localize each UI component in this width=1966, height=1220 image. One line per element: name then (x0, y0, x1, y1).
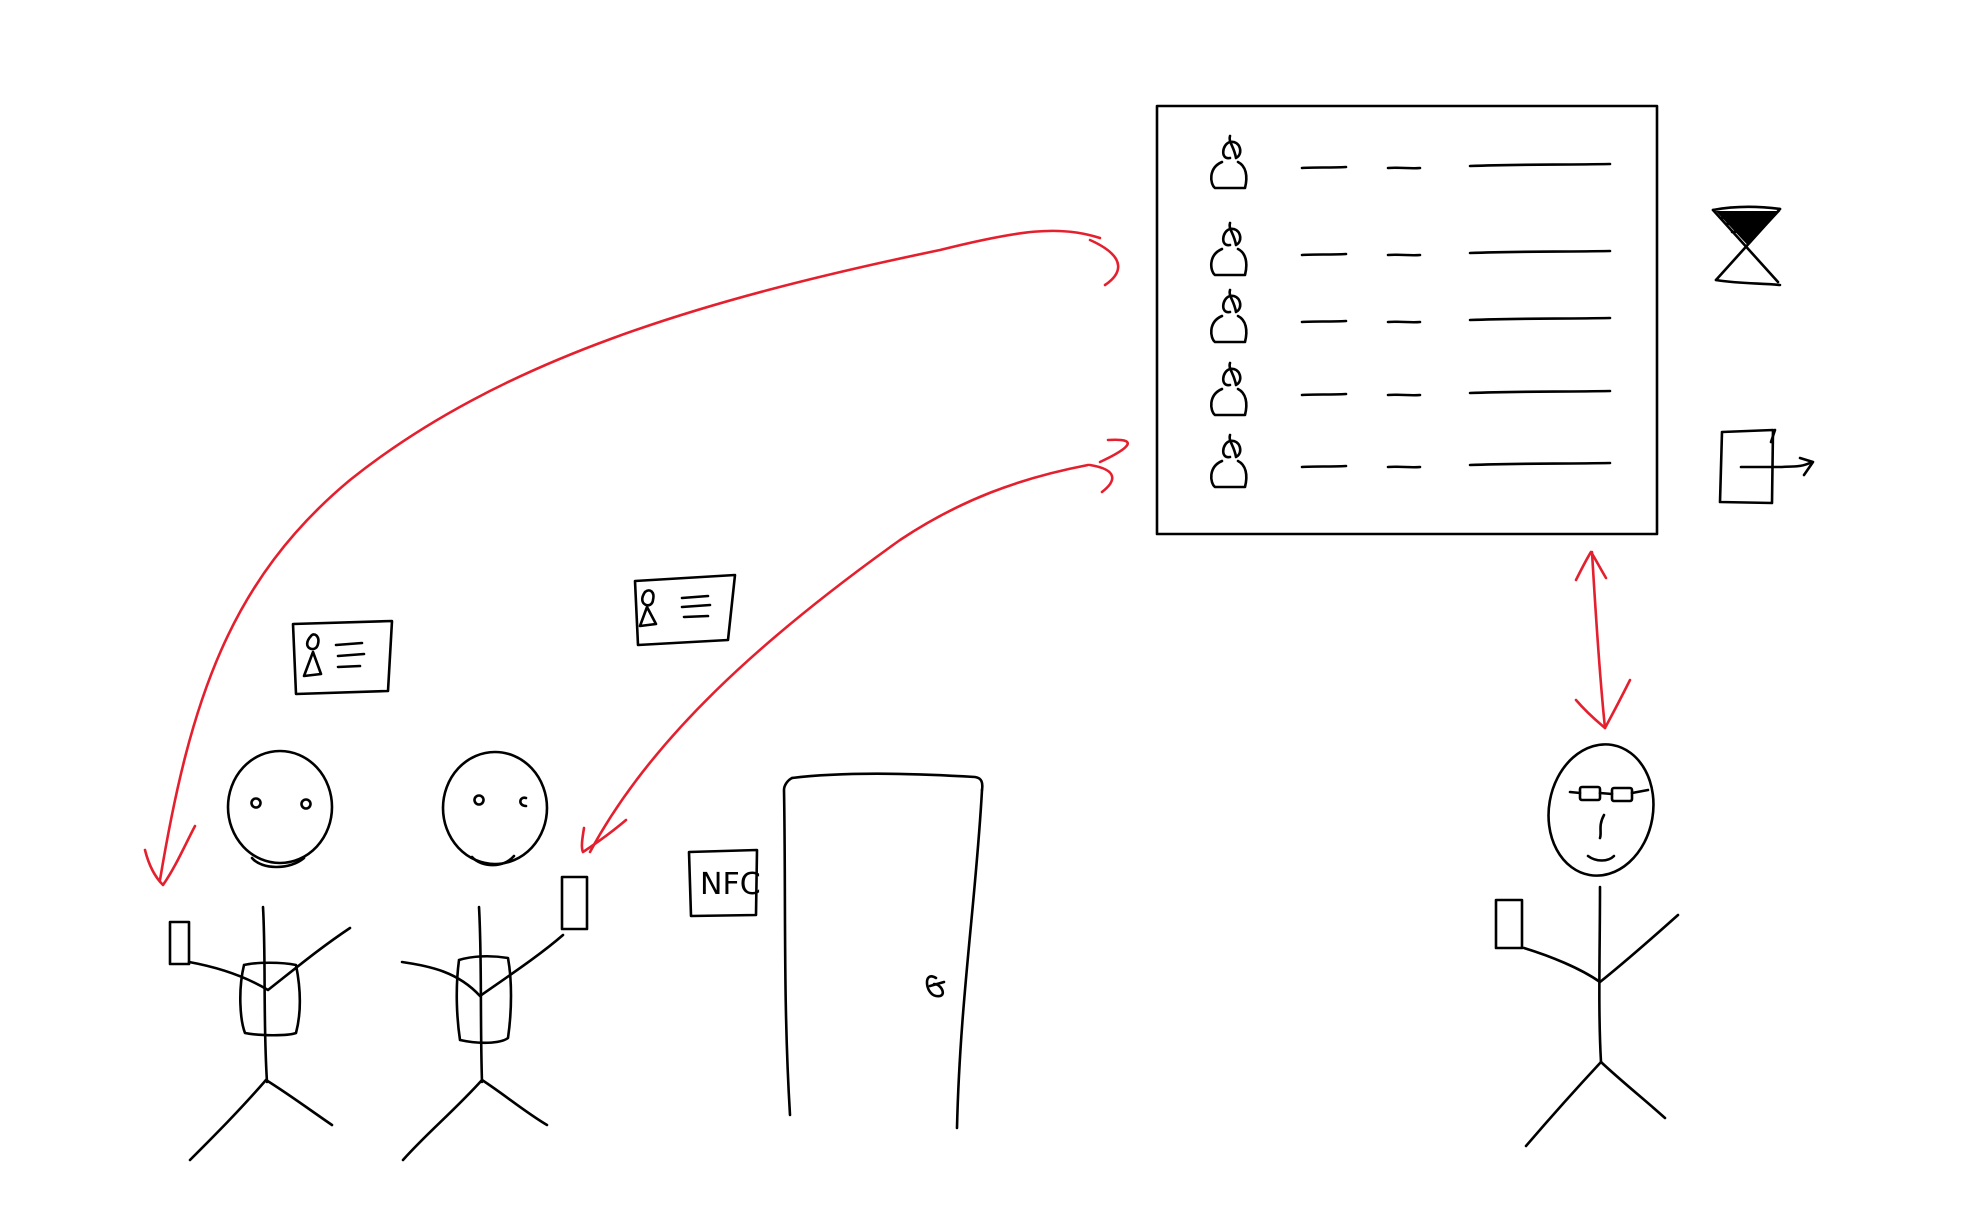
board-row-line (1386, 253, 1422, 257)
person-icon (1210, 433, 1248, 489)
board-row-line (1386, 320, 1422, 324)
board-row-line (1468, 389, 1612, 395)
board-row-line (1300, 252, 1348, 257)
board-row-line (1468, 162, 1612, 168)
sketch-canvas: NFC (0, 0, 1966, 1220)
id-card-2 (633, 573, 737, 647)
arrow-board-to-student-2 (580, 438, 1130, 854)
board-row (1210, 221, 1612, 277)
board-row (1210, 134, 1612, 190)
head (226, 749, 334, 865)
board-row-line (1300, 165, 1348, 170)
phone (560, 875, 589, 931)
board-row-line (1300, 464, 1348, 469)
id-card-1 (291, 619, 394, 696)
attendance-board (1155, 104, 1659, 536)
teacher (1494, 743, 1680, 1148)
board-row (1210, 288, 1612, 344)
board-row-line (1300, 319, 1348, 324)
nfc-reader: NFC (687, 848, 761, 918)
board-row-line (1468, 249, 1612, 255)
student-2 (400, 750, 589, 1162)
person-icon (1210, 221, 1248, 277)
board-row-line (1468, 461, 1612, 467)
board-row-line (1300, 392, 1348, 397)
board-row-line (1386, 465, 1422, 469)
person-icon (1210, 361, 1248, 417)
nfc-label: NFC (700, 867, 761, 902)
board-row-line (1468, 316, 1612, 322)
person-icon (1210, 288, 1248, 344)
door (782, 772, 984, 1130)
person-icon (1210, 134, 1248, 190)
phone (1494, 898, 1524, 950)
head (1547, 743, 1655, 877)
board-row (1210, 433, 1612, 489)
phone (168, 920, 191, 966)
board-row-line (1386, 393, 1422, 397)
board-row (1210, 361, 1612, 417)
glasses-icon (1578, 785, 1602, 802)
sketch-drawing: NFC (143, 104, 1815, 1162)
board-frame (1155, 104, 1659, 536)
student-1 (168, 749, 352, 1162)
board-row-line (1386, 166, 1422, 170)
export-icon (1718, 428, 1815, 505)
arrow-board-to-teacher (1574, 550, 1632, 730)
hourglass-icon (1711, 205, 1782, 287)
board-rows (1210, 134, 1612, 489)
head (441, 750, 549, 866)
